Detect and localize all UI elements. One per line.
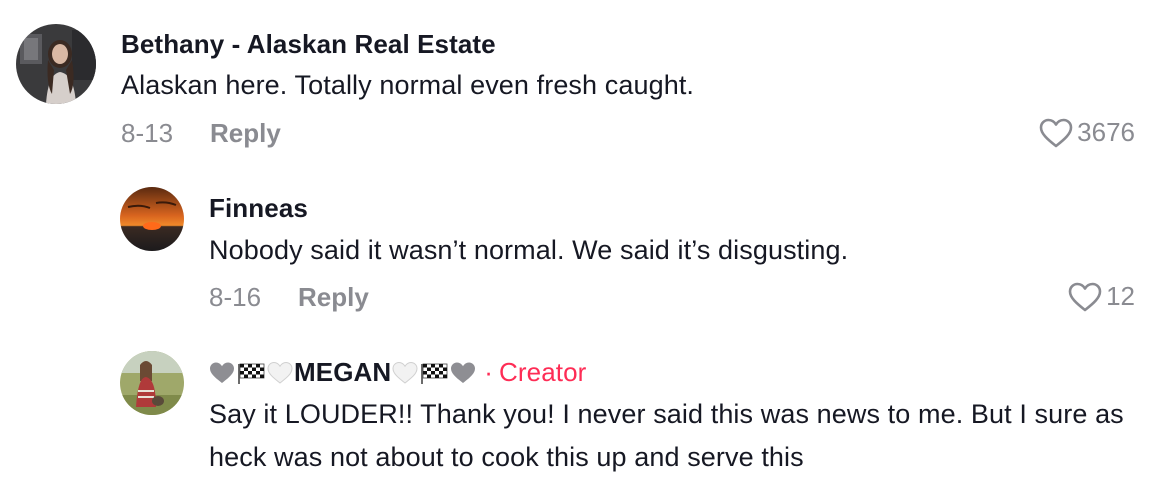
avatar[interactable] [120,187,184,251]
heart-emoji-white [267,361,293,385]
heart-emoji-white [392,361,418,385]
comment-username[interactable]: MEGAN [294,357,391,388]
checkered-flag-emoji [419,361,449,385]
like-button[interactable]: 12 [1068,281,1135,312]
avatar[interactable] [16,24,96,104]
reply-item: MEGAN · Creator Say it LOUDER!! Thank yo… [0,330,1168,486]
comment-username-row: MEGAN · Creator [209,357,586,388]
reply-button[interactable]: Reply [210,118,281,149]
reply-button[interactable]: Reply [298,282,369,313]
like-count: 12 [1106,281,1135,311]
like-count: 3676 [1077,117,1135,147]
badge-separator: · [484,357,494,387]
comment-date: 8-16 [209,282,262,312]
avatar[interactable] [120,351,184,415]
comment-item: Bethany - Alaskan Real Estate Alaskan he… [0,0,1168,160]
comment-text: Alaskan here. Totally normal even fresh … [121,70,695,100]
like-button[interactable]: 3676 [1039,117,1135,148]
checkered-flag-emoji [236,361,266,385]
reply-item: Finneas Nobody said it wasn’t normal. We… [0,160,1168,330]
comment-username[interactable]: Bethany - Alaskan Real Estate [121,29,496,60]
comment-text: Nobody said it wasn’t normal. We said it… [209,235,849,265]
heart-emoji-grey [209,361,235,385]
heart-icon [1068,282,1102,311]
heart-icon [1039,118,1073,147]
comment-text: Say it LOUDER!! Thank you! I never said … [209,399,1124,472]
comment-username[interactable]: Finneas [209,193,308,224]
comment-date: 8-13 [121,118,174,148]
creator-badge: Creator [499,357,587,387]
heart-emoji-grey [450,361,476,385]
